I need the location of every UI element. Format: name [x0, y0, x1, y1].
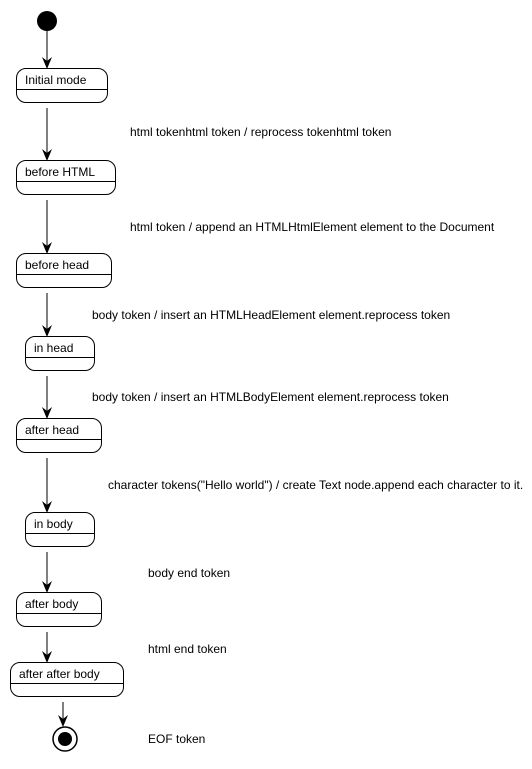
edge-label: body end token [148, 566, 230, 580]
state-after-after-body: after after body [10, 662, 124, 697]
edge-label: character tokens("Hello world") / create… [108, 478, 523, 492]
state-label: before head [17, 254, 111, 274]
edge-label: body token / insert an HTMLHeadElement e… [92, 308, 450, 322]
state-label: after after body [11, 663, 123, 683]
edge-label: EOF token [148, 732, 205, 746]
state-label: in head [26, 337, 94, 357]
state-after-head: after head [16, 418, 102, 453]
state-in-head: in head [25, 336, 95, 371]
state-initial-mode: Initial mode [16, 68, 108, 103]
state-before-html: before HTML [16, 160, 116, 195]
state-label: after body [17, 593, 101, 613]
state-before-head: before head [16, 253, 112, 288]
state-label: in body [26, 513, 94, 533]
edge-label: html end token [148, 642, 227, 656]
edge-label: body token / insert an HTMLBodyElement e… [92, 390, 449, 404]
state-label: Initial mode [17, 69, 107, 89]
state-in-body: in body [25, 512, 95, 547]
edge-label: html tokenhtml token / reprocess tokenht… [130, 125, 391, 139]
state-label: before HTML [17, 161, 115, 181]
state-label: after head [17, 419, 101, 439]
arrows-layer [0, 0, 532, 769]
state-after-body: after body [16, 592, 102, 627]
diagram-canvas: Initial mode before HTML before head in … [0, 0, 532, 769]
edge-label: html token / append an HTMLHtmlElement e… [130, 220, 494, 234]
